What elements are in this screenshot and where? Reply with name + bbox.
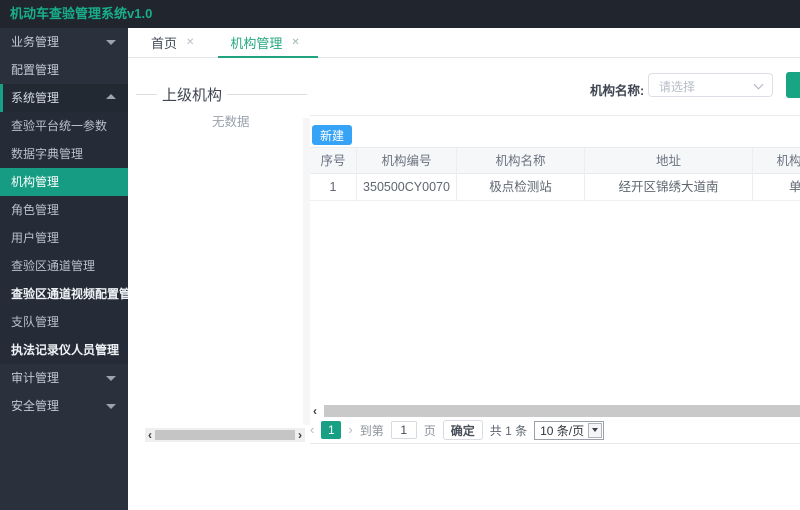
sidebar-item-label: 查验区通道管理: [11, 259, 96, 273]
sidebar-nav: 业务管理 配置管理 系统管理 查验平台统一参数 数据字典管理 机构管理 角色管理…: [0, 28, 143, 510]
goto-page-input[interactable]: [390, 421, 417, 439]
sidebar-item-detachment-mgmt[interactable]: 支队管理: [0, 308, 128, 336]
table-horizontal-scrollbar[interactable]: ‹: [310, 404, 800, 418]
sidebar-item-audit-mgmt[interactable]: 审计管理: [0, 364, 128, 392]
parent-org-legend: 上级机构: [136, 84, 308, 105]
sidebar-item-security-mgmt[interactable]: 安全管理: [0, 392, 128, 420]
new-button[interactable]: 新建: [312, 125, 353, 145]
sidebar-item-label: 审计管理: [11, 371, 60, 385]
org-name-label: 机构名称:: [590, 84, 645, 98]
column-header-index: 序号: [310, 147, 357, 174]
prev-page-icon[interactable]: ‹: [310, 421, 314, 439]
page-unit-label: 页: [423, 423, 436, 438]
sidebar-item-bodycam-personnel-mgmt[interactable]: 执法记录仪人员管理: [0, 336, 128, 364]
sidebar-item-platform-params[interactable]: 查验平台统一参数: [0, 112, 128, 140]
cell-org-type: 单位: [753, 174, 800, 201]
legend-line: [136, 94, 157, 95]
chevron-down-icon: [106, 376, 116, 381]
sidebar-item-label: 查验区通道视频配置管理: [11, 287, 144, 301]
cell-index: 1: [310, 174, 357, 201]
sidebar-item-role-mgmt[interactable]: 角色管理: [0, 196, 128, 224]
org-table: 序号 机构编号 机构名称 地址 机构类型 1 350500CY0070 极点检测…: [310, 147, 800, 201]
sidebar-item-label: 机构管理: [11, 175, 60, 189]
sidebar-item-label: 执法记录仪人员管理: [11, 343, 120, 357]
org-name-select[interactable]: 请选择: [648, 73, 773, 97]
table-header-row: 序号 机构编号 机构名称 地址 机构类型: [310, 147, 800, 174]
org-table-panel: 新建 序号 机构编号 机构名称 地址 机构类型 1 350500CY0070 极…: [310, 115, 800, 455]
sidebar-item-label: 支队管理: [11, 315, 60, 329]
app-window: 机动车查验管理系统v1.0 业务管理 配置管理 系统管理 查验平台统一参数 数据…: [0, 0, 800, 510]
select-placeholder: 请选择: [659, 80, 696, 94]
chevron-down-icon: [106, 40, 116, 45]
scroll-left-icon[interactable]: ‹: [145, 428, 155, 442]
tree-horizontal-scrollbar[interactable]: ‹ ›: [145, 428, 305, 442]
total-count-label: 共 1 条: [489, 423, 528, 438]
main-content: 首页 ✕ 机构管理 ✕ 机构名称: 请选择 上级机构 无数据 ‹ › 新建 序号…: [128, 28, 800, 510]
chevron-up-icon: [106, 94, 116, 99]
panel-divider-track: [303, 118, 310, 425]
search-button[interactable]: [786, 72, 800, 98]
top-header-bar: 机动车查验管理系统v1.0: [0, 0, 800, 28]
goto-label: 到第: [359, 423, 384, 438]
sidebar-item-channel-video-config-mgmt[interactable]: 查验区通道视频配置管理: [0, 280, 143, 308]
scroll-right-icon[interactable]: ›: [295, 428, 305, 442]
cell-address: 经开区锦绣大道南: [585, 174, 753, 201]
confirm-button[interactable]: 确定: [442, 420, 483, 440]
sidebar-item-business-mgmt[interactable]: 业务管理: [0, 28, 128, 56]
app-title: 机动车查验管理系统v1.0: [10, 6, 153, 21]
sidebar-item-label: 数据字典管理: [11, 147, 84, 161]
tab-bar: 首页 ✕ 机构管理 ✕: [128, 28, 800, 58]
sidebar-item-label: 安全管理: [11, 399, 60, 413]
pagination-bar: ‹ 1 › 到第 页 确定 共 1 条 10 条/页: [310, 420, 605, 440]
column-header-address: 地址: [585, 147, 753, 174]
sidebar-item-inspection-channel-mgmt[interactable]: 查验区通道管理: [0, 252, 128, 280]
column-header-org-code: 机构编号: [357, 147, 457, 174]
sidebar-item-label: 业务管理: [11, 35, 60, 49]
tree-empty-text: 无数据: [212, 115, 250, 129]
page-number-button[interactable]: 1: [321, 421, 342, 439]
sidebar-item-config-mgmt[interactable]: 配置管理: [0, 56, 128, 84]
page-size-select[interactable]: 10 条/页: [534, 420, 605, 440]
chevron-down-icon: [106, 404, 116, 409]
tab-org-mgmt[interactable]: 机构管理 ✕: [218, 28, 319, 58]
tab-label: 机构管理: [230, 36, 283, 51]
table-row[interactable]: 1 350500CY0070 极点检测站 经开区锦绣大道南 单位: [310, 174, 800, 201]
close-icon[interactable]: ✕: [291, 37, 299, 48]
sidebar-item-label: 查验平台统一参数: [11, 119, 108, 133]
next-page-icon[interactable]: ›: [348, 421, 352, 439]
column-header-org-name: 机构名称: [457, 147, 585, 174]
sidebar-item-label: 角色管理: [11, 203, 60, 217]
cell-org-code: 350500CY0070: [357, 174, 457, 201]
sidebar-item-org-mgmt[interactable]: 机构管理: [0, 168, 128, 196]
scroll-left-icon[interactable]: ‹: [310, 404, 320, 418]
sidebar-item-user-mgmt[interactable]: 用户管理: [0, 224, 128, 252]
column-header-org-type: 机构类型: [753, 147, 800, 174]
sidebar-item-label: 系统管理: [11, 91, 60, 105]
close-icon[interactable]: ✕: [186, 37, 194, 48]
chevron-down-icon: [753, 79, 764, 90]
sidebar-item-data-dictionary[interactable]: 数据字典管理: [0, 140, 128, 168]
page-size-value: 10 条/页: [540, 423, 585, 438]
sidebar-item-system-mgmt[interactable]: 系统管理: [0, 84, 128, 112]
scrollbar-thumb[interactable]: [324, 405, 800, 417]
panel-bottom-divider: [310, 443, 800, 444]
cell-org-name: 极点检测站: [457, 174, 585, 201]
sidebar-item-label: 配置管理: [11, 63, 60, 77]
sidebar-item-label: 用户管理: [11, 231, 60, 245]
tab-home[interactable]: 首页 ✕: [145, 28, 206, 57]
caret-down-icon: [592, 428, 599, 432]
select-arrow-box[interactable]: [588, 422, 603, 438]
tab-label: 首页: [151, 36, 178, 51]
legend-title: 上级机构: [162, 87, 223, 104]
scrollbar-thumb[interactable]: [155, 430, 295, 440]
legend-line: [227, 94, 308, 95]
